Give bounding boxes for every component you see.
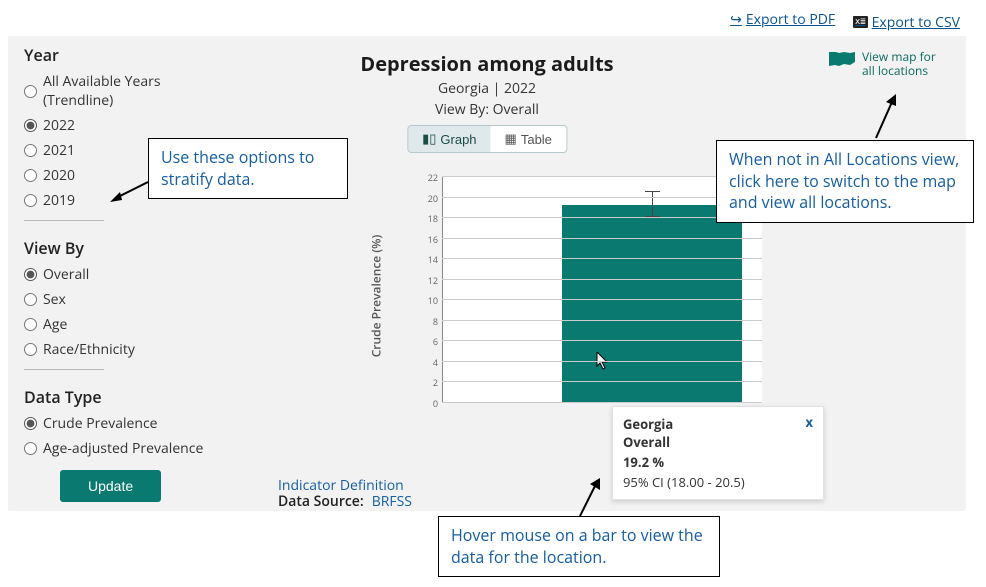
tooltip-value: 19.2 %	[623, 453, 813, 471]
bar-tooltip: x Georgia Overall 19.2 % 95% CI (18.00 -…	[612, 406, 824, 500]
callout-maplink: When not in All Locations view, click he…	[716, 140, 974, 223]
export-pdf-link[interactable]: ↪Export to PDF	[730, 10, 835, 29]
datatype-option[interactable]: Crude Prevalence	[24, 414, 224, 433]
viewby-option[interactable]: Overall	[24, 265, 224, 284]
data-source-link[interactable]: BRFSS	[372, 492, 412, 511]
datatype-option[interactable]: Age-adjusted Prevalence	[24, 439, 224, 458]
bar-chart-icon: ▮▯	[422, 131, 436, 147]
update-button[interactable]: Update	[60, 470, 161, 502]
data-source-label: Data Source:	[278, 492, 364, 511]
error-bar	[652, 191, 653, 217]
view-map-all-locations[interactable]: View map forall locations	[828, 50, 948, 79]
chart-title: Depression among adults	[360, 50, 613, 77]
graph-table-toggle: ▮▯Graph ▦Table	[407, 125, 567, 153]
export-csv-link[interactable]: x≣Export to CSV	[853, 13, 960, 32]
tooltip-stratum: Overall	[623, 433, 813, 451]
bar-georgia[interactable]	[562, 205, 742, 402]
datatype-group-title: Data Type	[24, 386, 224, 408]
table-tab[interactable]: ▦Table	[491, 126, 566, 152]
year-option[interactable]: 2022	[24, 116, 224, 135]
year-group-title: Year	[24, 44, 224, 66]
chart-subtitle-viewby: View By: Overall	[360, 100, 613, 119]
viewby-option[interactable]: Age	[24, 315, 224, 334]
viewby-group-title: View By	[24, 237, 224, 259]
callout-stratify: Use these options to stratify data.	[148, 138, 348, 199]
viewby-option[interactable]: Sex	[24, 290, 224, 309]
filter-sidebar: Year All Available Years (Trendline) 202…	[8, 36, 240, 511]
callout-hover: Hover mouse on a bar to view the data fo…	[438, 516, 720, 577]
viewby-option[interactable]: Race/Ethnicity	[24, 340, 224, 359]
graph-tab[interactable]: ▮▯Graph	[408, 126, 490, 152]
tooltip-location: Georgia	[623, 415, 813, 433]
spreadsheet-icon: x≣	[853, 16, 868, 28]
tooltip-close[interactable]: x	[805, 413, 813, 431]
chart-subtitle-location: Georgia | 2022	[360, 79, 613, 98]
chart-header: Depression among adults Georgia | 2022 V…	[360, 50, 613, 153]
map-icon	[828, 50, 856, 68]
tooltip-ci: 95% CI (18.00 - 20.5)	[623, 473, 813, 491]
table-icon: ▦	[505, 131, 517, 147]
y-axis-label: Crude Prevalence (%)	[368, 235, 385, 358]
year-option[interactable]: All Available Years (Trendline)	[24, 72, 224, 110]
bar-chart[interactable]: Crude Prevalence (%) 0246810121416182022	[402, 176, 762, 416]
share-icon: ↪	[730, 10, 742, 29]
